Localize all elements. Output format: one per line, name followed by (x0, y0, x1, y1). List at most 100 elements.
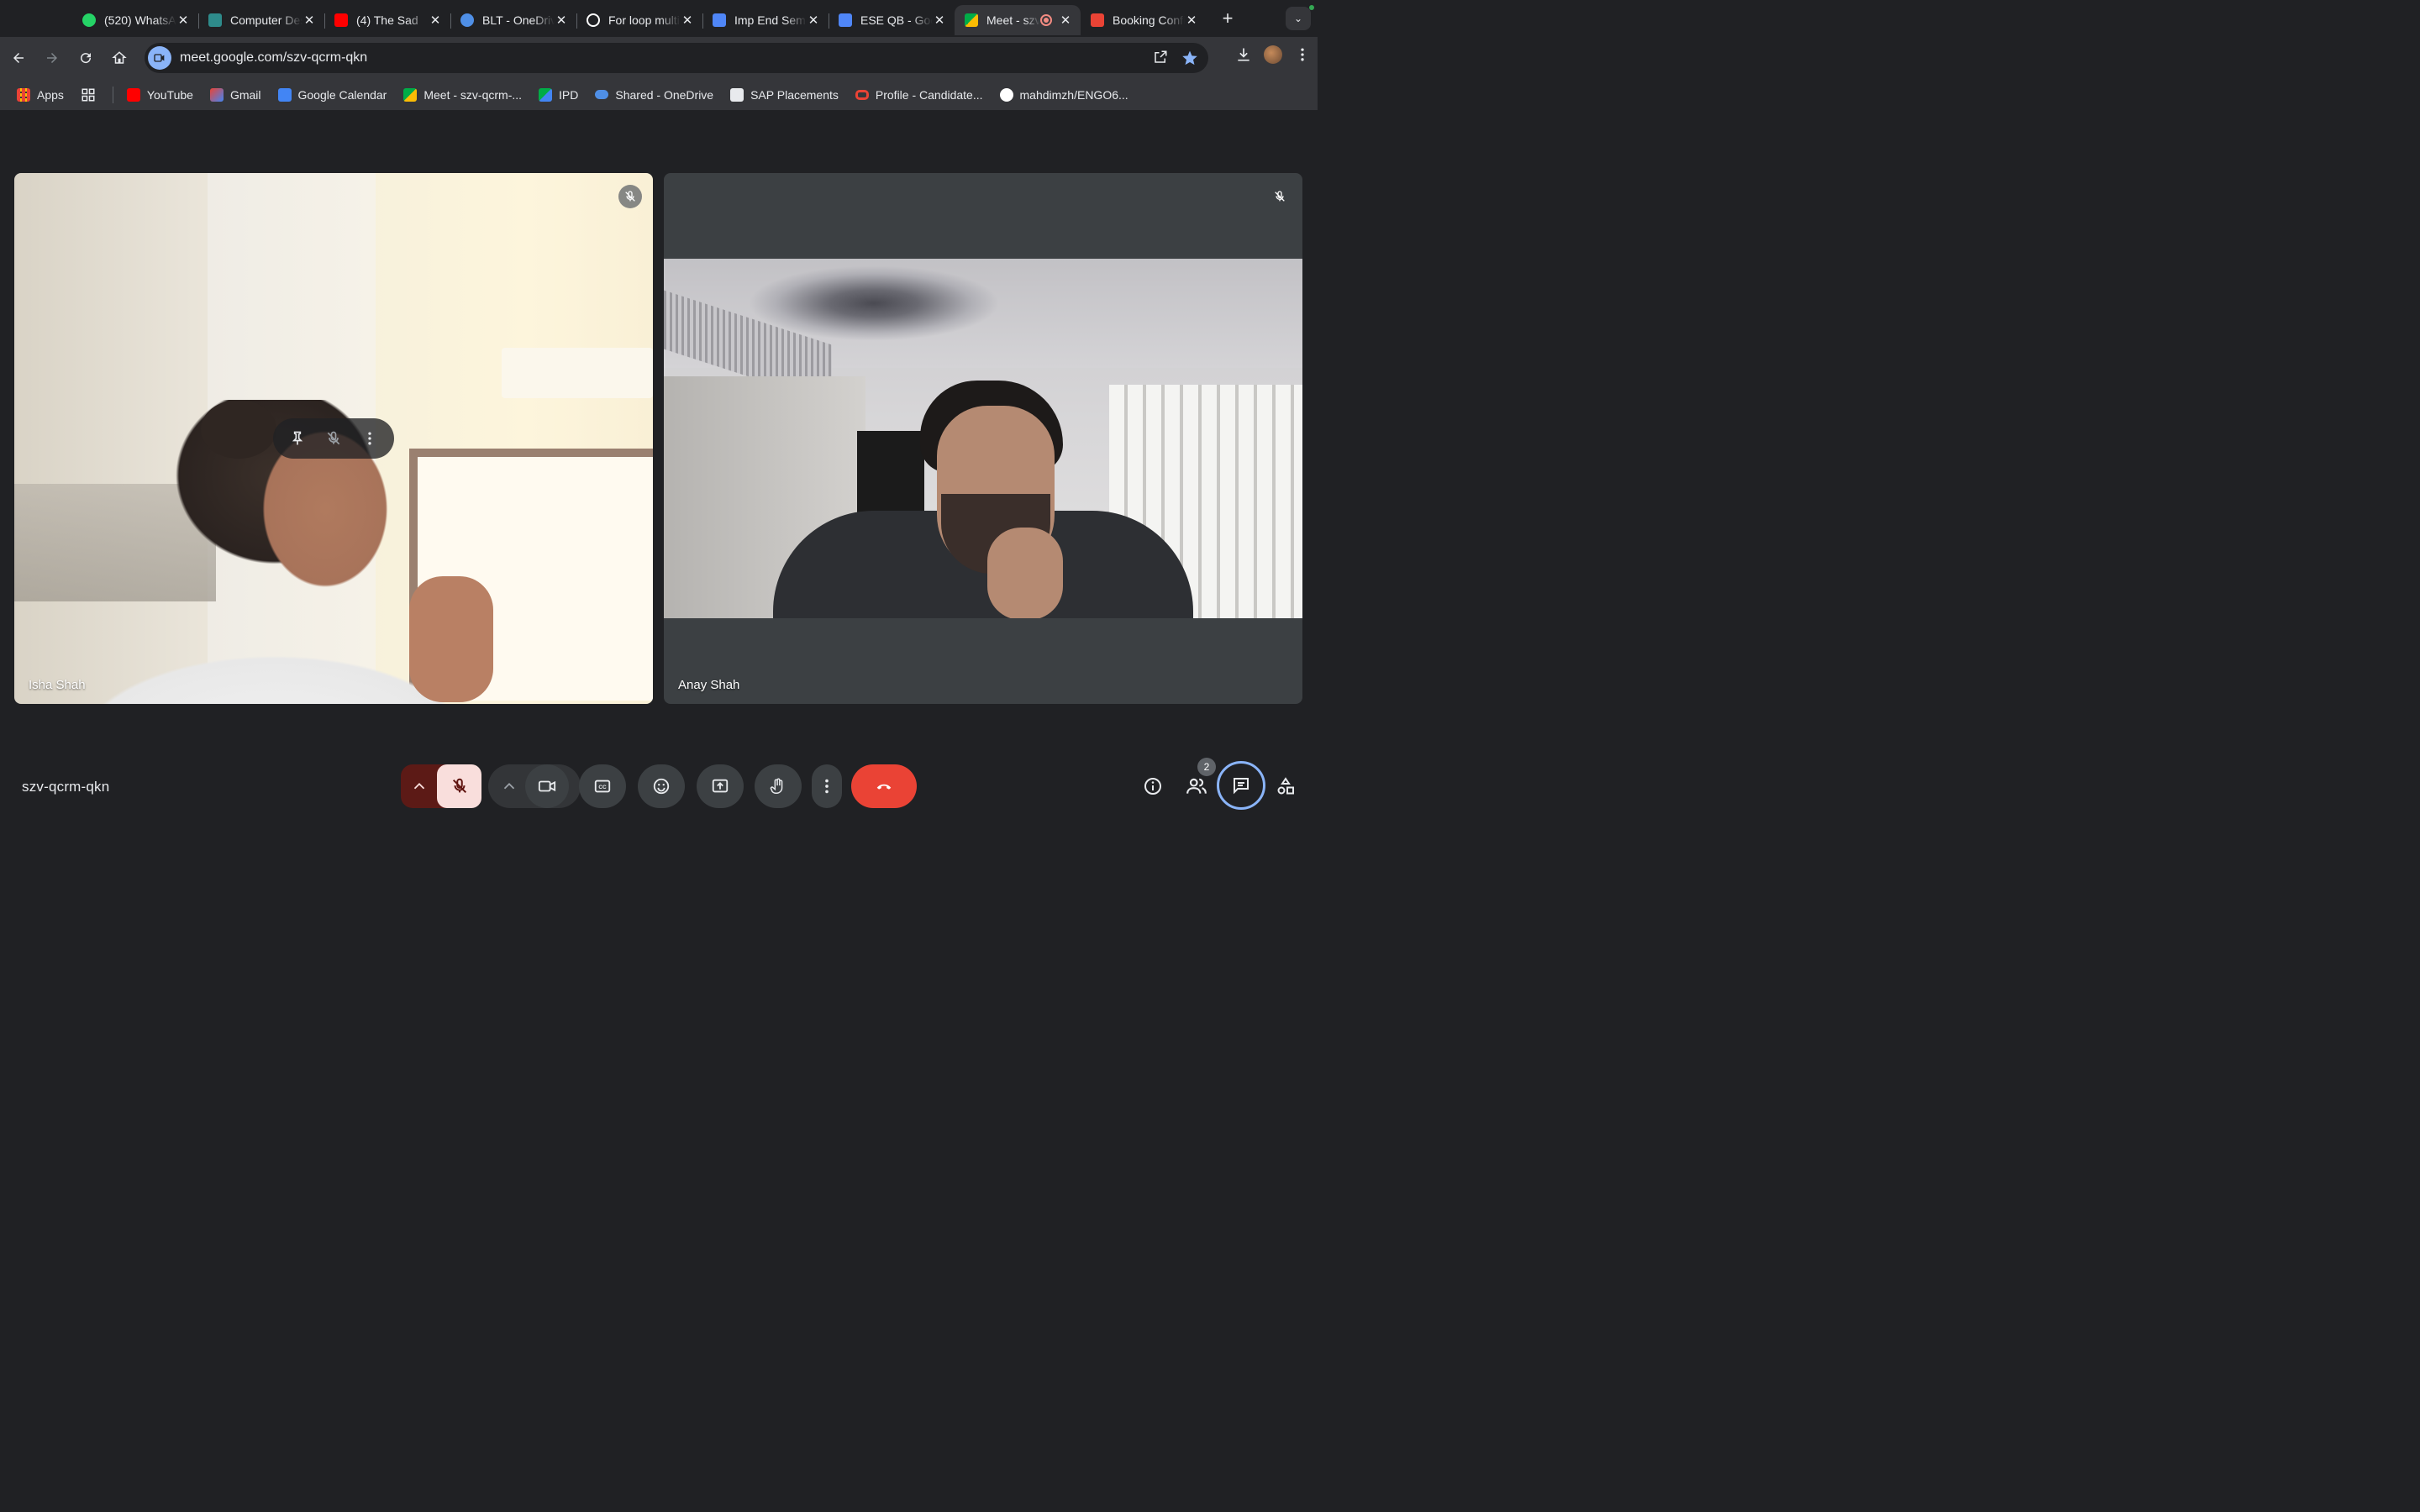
tab-title: For loop multi (608, 13, 680, 27)
bookmark-label: Google Calendar (297, 87, 387, 102)
tab-imp-end-sem[interactable]: Imp End Sem ✕ (702, 5, 829, 35)
mute-participant-icon[interactable] (325, 430, 342, 447)
closed-captions-icon: CC (594, 780, 611, 793)
tab-title: (520) WhatsApp (104, 13, 176, 27)
forward-icon[interactable] (37, 43, 67, 73)
camera-control (488, 764, 581, 808)
close-tab-icon[interactable]: ✕ (1185, 13, 1198, 28)
tab-meet[interactable]: Meet - szv ✕ (955, 5, 1081, 35)
tab-ese-qb[interactable]: ESE QB - Google ✕ (829, 5, 955, 35)
participant-tile-anay[interactable]: Anay Shah (664, 173, 1302, 704)
bookmark-label: IPD (559, 87, 579, 102)
close-tab-icon[interactable]: ✕ (681, 13, 694, 28)
close-tab-icon[interactable]: ✕ (933, 13, 946, 28)
google-meet-icon (965, 13, 978, 27)
bookmark-tab-groups[interactable] (81, 87, 96, 102)
close-tab-icon[interactable]: ✕ (555, 13, 568, 28)
bookmark-label: Shared - OneDrive (615, 87, 714, 102)
chat-icon (1234, 778, 1249, 795)
reload-icon[interactable] (71, 43, 101, 73)
meeting-controls-bar: szv-qcrm-qkn CC 2 (0, 751, 1318, 823)
audio-settings-chevron-up-icon[interactable] (401, 764, 438, 808)
tab-title: Meet - szv (986, 13, 1040, 27)
gmail-icon (209, 87, 224, 102)
captions-button[interactable]: CC (579, 764, 626, 808)
profile-avatar[interactable] (1264, 45, 1282, 64)
more-options-icon[interactable] (361, 430, 378, 447)
svg-text:CC: CC (598, 785, 607, 790)
tab-gmail-booking[interactable]: Booking Confirmation ✕ (1081, 5, 1207, 35)
tab-computer-design[interactable]: Computer Design ✕ (198, 5, 324, 35)
tab-title: ESE QB - Google (860, 13, 933, 27)
bookmark-label: Gmail (229, 87, 261, 102)
tab-chatgpt[interactable]: For loop multi ✕ (576, 5, 702, 35)
close-tab-icon[interactable]: ✕ (807, 13, 820, 28)
bookmark-star-icon[interactable] (1181, 50, 1198, 66)
close-tab-icon[interactable]: ✕ (1059, 13, 1072, 28)
bookmark-sap[interactable]: SAP Placements (730, 87, 839, 102)
activities-button[interactable] (1270, 771, 1301, 801)
tab-whatsapp[interactable]: (520) WhatsApp ✕ (72, 5, 198, 35)
raise-hand-button[interactable] (755, 764, 802, 808)
google-docs-icon (713, 13, 726, 27)
tab-youtube[interactable]: (4) The Sad ✕ (324, 5, 450, 35)
participant-tile-isha[interactable]: Isha Shah (14, 173, 653, 704)
toggle-microphone-button[interactable] (437, 764, 481, 808)
close-tab-icon[interactable]: ✕ (176, 13, 190, 28)
activities-shapes-icon (1277, 777, 1294, 795)
tile-hover-controls (273, 418, 394, 459)
recording-icon (1040, 14, 1052, 26)
participant-name: Isha Shah (29, 678, 86, 692)
youtube-icon (334, 13, 348, 27)
meeting-details-button[interactable] (1138, 771, 1168, 801)
meeting-code: szv-qcrm-qkn (22, 779, 110, 795)
present-screen-button[interactable] (697, 764, 744, 808)
kebab-menu-icon[interactable] (1294, 46, 1311, 63)
video-feed (664, 259, 1302, 618)
present-screen-icon (712, 779, 729, 793)
download-icon[interactable] (1235, 46, 1252, 63)
browser-toolbar: meet.google.com/szv-qcrm-qkn (0, 37, 1318, 79)
close-tab-icon[interactable]: ✕ (429, 13, 442, 28)
hang-up-icon (876, 784, 892, 790)
site-info-icon[interactable] (148, 46, 171, 70)
bookmark-label: Meet - szv-qcrm-... (424, 87, 523, 102)
pin-icon[interactable] (289, 430, 306, 447)
home-icon[interactable] (104, 43, 134, 73)
chat-button[interactable] (1217, 761, 1265, 810)
more-options-button[interactable] (812, 764, 842, 808)
bookmark-github[interactable]: mahdimzh/ENGO6... (999, 87, 1128, 102)
bookmark-onedrive[interactable]: Shared - OneDrive (595, 88, 713, 102)
calendar-icon (277, 87, 292, 102)
reactions-button[interactable] (638, 764, 685, 808)
kebab-menu-icon (825, 779, 829, 794)
bookmark-apps[interactable]: Apps (17, 87, 64, 102)
open-in-new-window-icon[interactable] (1153, 50, 1168, 65)
tab-title: Imp End Sem (734, 13, 806, 27)
youtube-icon (126, 87, 140, 102)
leave-call-button[interactable] (851, 764, 917, 808)
microphone-control (401, 764, 481, 808)
tab-title: BLT - OneDrive (482, 13, 555, 27)
bookmark-youtube[interactable]: YouTube (126, 87, 193, 102)
new-tab-icon[interactable]: + (1215, 8, 1240, 29)
address-bar[interactable]: meet.google.com/szv-qcrm-qkn (145, 43, 1208, 73)
tab-onedrive[interactable]: BLT - OneDrive ✕ (450, 5, 576, 35)
bookmark-gmail[interactable]: Gmail (209, 87, 261, 102)
mic-off-icon (452, 778, 466, 794)
document-icon (208, 13, 222, 27)
bookmark-profile-candidate[interactable]: Profile - Candidate... (855, 88, 983, 102)
bookmark-meet[interactable]: Meet - szv-qcrm-... (403, 87, 523, 102)
bookmark-label: SAP Placements (750, 87, 839, 102)
google-meet-icon (539, 87, 553, 102)
toggle-camera-button[interactable] (525, 764, 569, 808)
bookmark-label: mahdimzh/ENGO6... (1019, 87, 1128, 102)
close-tab-icon[interactable]: ✕ (302, 13, 316, 28)
video-settings-chevron-up-icon[interactable] (488, 764, 530, 808)
tab-groups-icon (82, 88, 95, 101)
bookmark-label: YouTube (146, 87, 193, 102)
tab-search-icon[interactable]: ⌄ (1286, 7, 1311, 30)
back-icon[interactable] (3, 43, 34, 73)
bookmark-ipd[interactable]: IPD (539, 87, 579, 102)
bookmark-google-calendar[interactable]: Google Calendar (277, 87, 387, 102)
